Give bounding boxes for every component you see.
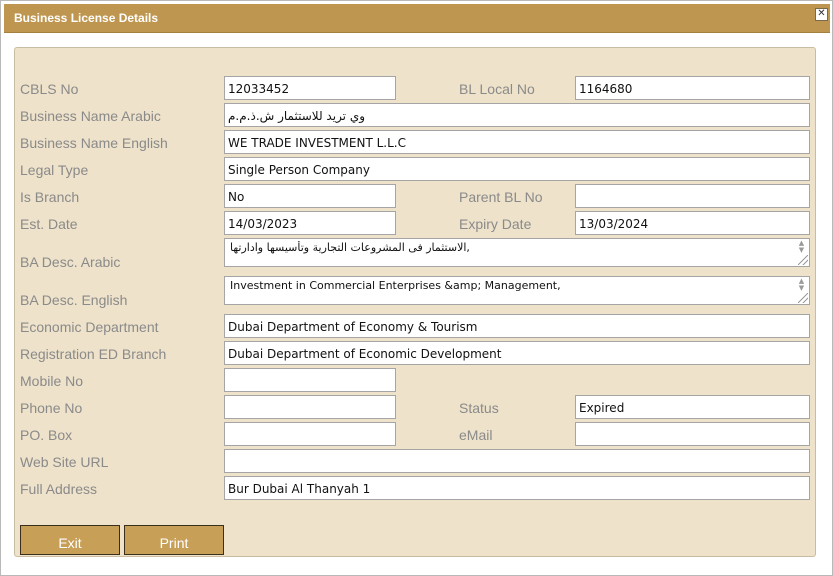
economic-department-field[interactable]: Dubai Department of Economy & Tourism bbox=[224, 314, 810, 338]
close-icon[interactable]: ✕ bbox=[815, 8, 828, 21]
est-date-label: Est. Date bbox=[20, 216, 78, 232]
po-box-field[interactable] bbox=[224, 422, 396, 446]
dialog-title: Business License Details bbox=[14, 11, 159, 25]
expiry-date-field[interactable]: 13/03/2024 bbox=[575, 211, 810, 235]
resize-grip-icon[interactable] bbox=[798, 255, 808, 265]
bl-local-no-label: BL Local No bbox=[459, 81, 535, 97]
email-label: eMail bbox=[459, 427, 493, 443]
full-address-label: Full Address bbox=[20, 481, 98, 497]
print-button[interactable]: Print bbox=[124, 525, 224, 555]
parent-bl-no-field[interactable] bbox=[575, 184, 810, 208]
is-branch-label: Is Branch bbox=[20, 189, 80, 205]
web-site-url-label: Web Site URL bbox=[20, 454, 109, 470]
mobile-no-field[interactable] bbox=[224, 368, 396, 392]
business-name-english-field[interactable]: WE TRADE INVESTMENT L.L.C bbox=[224, 130, 810, 154]
business-name-english-label: Business Name English bbox=[20, 135, 168, 151]
web-site-url-field[interactable] bbox=[224, 449, 810, 473]
scroll-down-icon[interactable]: ▼ bbox=[799, 284, 804, 292]
ba-desc-english-label: BA Desc. English bbox=[20, 292, 128, 308]
ba-desc-english-textarea[interactable]: Investment in Commercial Enterprises &am… bbox=[224, 276, 810, 305]
registration-ed-branch-label: Registration ED Branch bbox=[20, 346, 167, 362]
legal-type-field[interactable]: Single Person Company bbox=[224, 157, 810, 181]
ba-desc-arabic-textarea[interactable]: الاستثمار فى المشروعات التجارية وتأسيسها… bbox=[224, 238, 810, 267]
full-address-field[interactable]: Bur Dubai Al Thanyah 1 bbox=[224, 476, 810, 500]
economic-department-label: Economic Department bbox=[20, 319, 159, 335]
ba-desc-english-text: Investment in Commercial Enterprises &am… bbox=[230, 279, 561, 292]
resize-grip-icon[interactable] bbox=[798, 293, 808, 303]
business-name-arabic-field[interactable]: وي تريد للاستثمار ش.ذ.م.م bbox=[224, 103, 810, 127]
details-panel: CBLS No 12033452 BL Local No 1164680 Bus… bbox=[14, 47, 816, 557]
po-box-label: PO. Box bbox=[20, 427, 73, 443]
status-field[interactable]: Expired bbox=[575, 395, 810, 419]
cbls-no-field[interactable]: 12033452 bbox=[224, 76, 396, 100]
cbls-no-label: CBLS No bbox=[20, 81, 79, 97]
ba-desc-arabic-label: BA Desc. Arabic bbox=[20, 254, 121, 270]
ba-desc-arabic-text: الاستثمار فى المشروعات التجارية وتأسيسها… bbox=[230, 241, 470, 254]
expiry-date-label: Expiry Date bbox=[459, 216, 532, 232]
scroll-down-icon[interactable]: ▼ bbox=[799, 246, 804, 254]
is-branch-field[interactable]: No bbox=[224, 184, 396, 208]
business-license-dialog: Business License Details ✕ CBLS No 12033… bbox=[0, 0, 833, 576]
dialog-titlebar[interactable]: Business License Details ✕ bbox=[4, 4, 830, 33]
email-field[interactable] bbox=[575, 422, 810, 446]
phone-no-field[interactable] bbox=[224, 395, 396, 419]
registration-ed-branch-field[interactable]: Dubai Department of Economic Development bbox=[224, 341, 810, 365]
exit-button[interactable]: Exit bbox=[20, 525, 120, 555]
legal-type-label: Legal Type bbox=[20, 162, 89, 178]
est-date-field[interactable]: 14/03/2023 bbox=[224, 211, 396, 235]
business-name-arabic-label: Business Name Arabic bbox=[20, 108, 161, 124]
parent-bl-no-label: Parent BL No bbox=[459, 189, 543, 205]
phone-no-label: Phone No bbox=[20, 400, 83, 416]
status-label: Status bbox=[459, 400, 499, 416]
bl-local-no-field[interactable]: 1164680 bbox=[575, 76, 810, 100]
mobile-no-label: Mobile No bbox=[20, 373, 84, 389]
